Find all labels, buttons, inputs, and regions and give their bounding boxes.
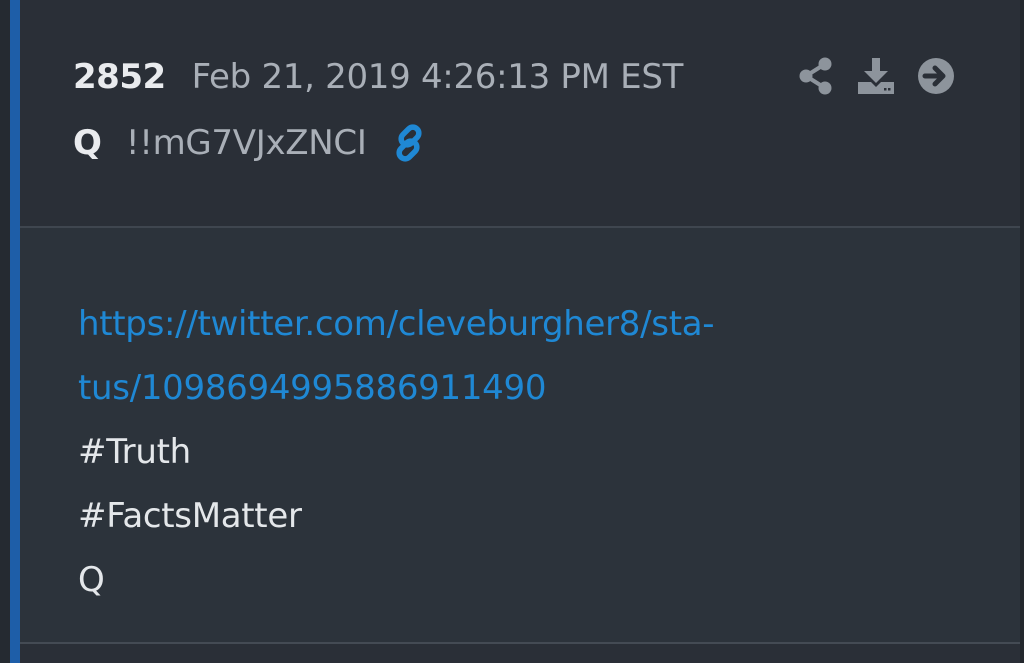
download-icon[interactable] [856,56,896,96]
hashtag-truth: #Truth [78,432,191,472]
author-name: Q [73,123,102,163]
tweet-link-continued[interactable]: tus/1098694995886911490 [78,356,978,420]
arrow-right-circle-icon[interactable] [916,56,956,96]
tripcode: !!mG7VJxZNCI [125,123,367,163]
tweet-link[interactable]: https://twitter.com/cleveburgher8/sta- [78,292,978,356]
left-edge [0,0,10,663]
post-header [20,0,1020,226]
post-card: 2852 Feb 21, 2019 4:26:13 PM EST Q !!mG7… [0,0,1024,663]
post-meta: 2852 Feb 21, 2019 4:26:13 PM EST [73,52,683,102]
tweet-link-line-1[interactable]: https://twitter.com/cleveburgher8/sta- [78,304,715,344]
footer-strip [20,644,1020,663]
post-author-line: Q !!mG7VJxZNCI [73,118,429,168]
hashtag-factsmatter: #FactsMatter [78,496,302,536]
right-edge [1020,0,1024,663]
post-number[interactable]: 2852 [73,57,166,97]
post-content: https://twitter.com/cleveburgher8/sta- t… [78,292,978,612]
post-date: Feb 21, 2019 4:26:13 PM EST [191,57,684,97]
tweet-link-line-2[interactable]: tus/1098694995886911490 [78,368,546,408]
link-icon[interactable] [389,123,429,163]
post-actions [796,56,976,96]
share-icon[interactable] [796,56,836,96]
post-accent-bar [10,0,20,663]
signature: Q [78,560,105,600]
